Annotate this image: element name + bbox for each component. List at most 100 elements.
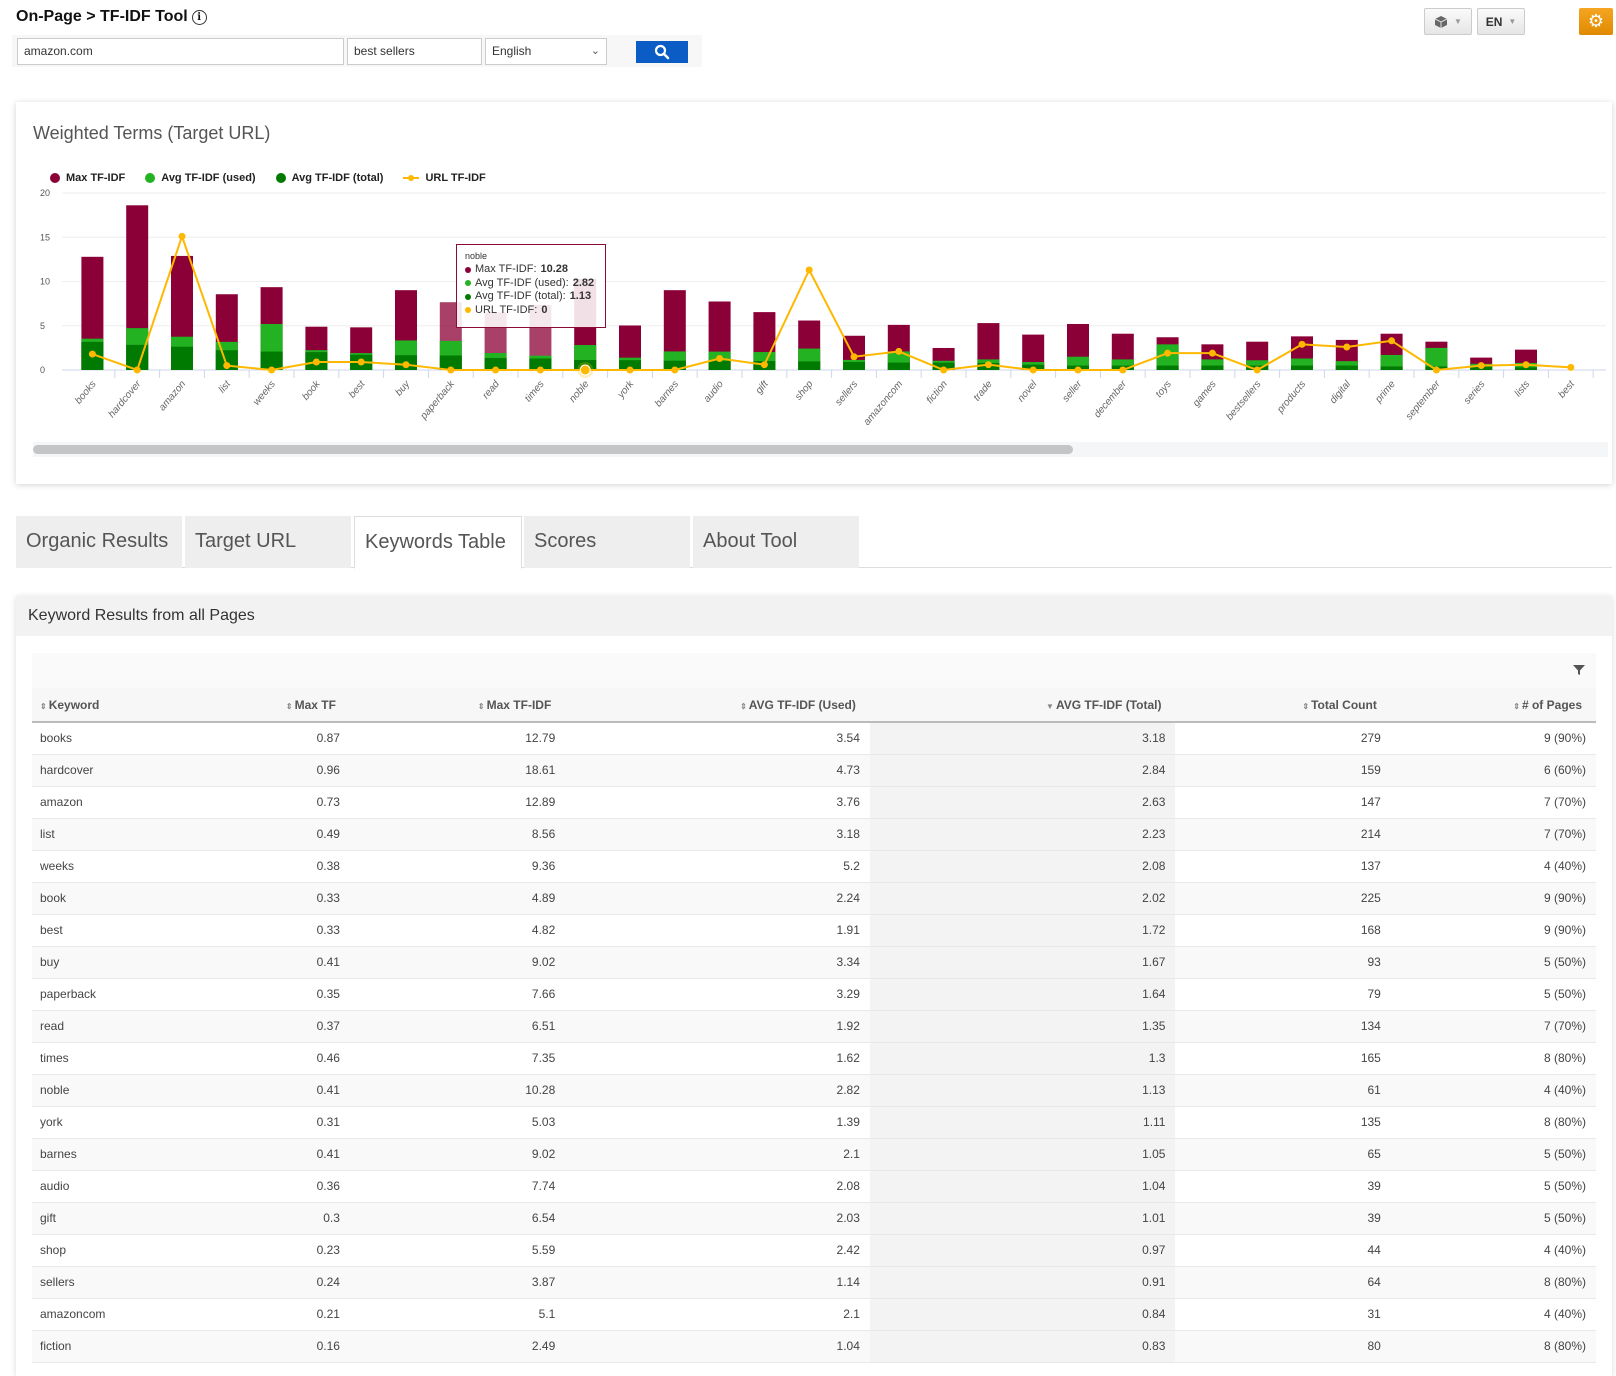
- cell-total-count: 135: [1175, 1106, 1391, 1139]
- cell-avg-used: 1.92: [565, 1010, 870, 1043]
- keyword-input[interactable]: best sellers: [347, 38, 482, 65]
- cell-keyword: times: [32, 1042, 238, 1075]
- table-row[interactable]: fiction 0.16 2.49 1.04 0.83 80 8 (80%): [32, 1330, 1596, 1363]
- cell-avg-used: 2.82: [565, 1074, 870, 1107]
- x-tick-label: fiction: [925, 379, 950, 406]
- tab-keywords-table[interactable]: Keywords Table: [354, 516, 522, 569]
- cell-avg-used: 3.54: [565, 722, 870, 755]
- x-tick-label: amazoncom: [862, 379, 905, 428]
- cell-max-tfidf: 7.35: [349, 1042, 566, 1075]
- tooltip-keyword: noble: [465, 251, 488, 261]
- table-row[interactable]: shop 0.23 5.59 2.42 0.97 44 4 (40%): [32, 1234, 1596, 1267]
- table-row[interactable]: gift 0.3 6.54 2.03 1.01 39 5 (50%): [32, 1202, 1596, 1235]
- tab-bar: Organic Results Target URL Keywords Tabl…: [16, 516, 1612, 569]
- column-header-avg-total[interactable]: ▼ AVG TF-IDF (Total): [869, 688, 1176, 723]
- cell-avg-total: 0.97: [869, 1234, 1176, 1267]
- column-header-keyword[interactable]: ⇕ Keyword: [32, 688, 238, 723]
- cell-avg-used: 1.04: [565, 1330, 870, 1363]
- x-tick-label: lists: [1513, 379, 1533, 399]
- x-tick-label: buy: [394, 378, 413, 398]
- cell-keyword: amazoncom: [32, 1298, 238, 1331]
- chart-scrollbar[interactable]: [33, 442, 1608, 457]
- x-tick-label: bestsellers: [1224, 379, 1263, 423]
- cell-keyword: book: [32, 882, 238, 915]
- table-row[interactable]: read 0.37 6.51 1.92 1.35 134 7 (70%): [32, 1010, 1596, 1043]
- table-row[interactable]: buy 0.41 9.02 3.34 1.67 93 5 (50%): [32, 946, 1596, 979]
- column-label: AVG TF-IDF (Total): [1055, 697, 1162, 712]
- x-tick-label: sellers: [833, 379, 860, 408]
- language-select[interactable]: English ⌄: [485, 38, 607, 65]
- series-dot-icon: [465, 293, 471, 300]
- x-tick-label: hardcover: [106, 378, 143, 420]
- column-header-max-tf[interactable]: ⇕ Max TF: [237, 688, 350, 723]
- column-label: AVG TF-IDF (Used): [748, 697, 856, 712]
- y-tick-label: 20: [40, 188, 50, 198]
- language-menu-button[interactable]: EN ▼: [1477, 8, 1525, 35]
- search-button[interactable]: [636, 41, 688, 63]
- cell-pages: 8 (80%): [1390, 1330, 1596, 1363]
- cell-pages: 5 (50%): [1390, 1170, 1596, 1203]
- url-input[interactable]: amazon.com: [17, 38, 344, 65]
- x-tick-label: times: [523, 379, 547, 404]
- table-row[interactable]: best 0.33 4.82 1.91 1.72 168 9 (90%): [32, 914, 1596, 947]
- cell-avg-used: 2.1: [565, 1138, 870, 1171]
- cell-pages: 8 (80%): [1390, 1106, 1596, 1139]
- tooltip-value: 10.28: [540, 263, 569, 275]
- url-tfidf-point: [716, 354, 724, 362]
- cell-pages: 4 (40%): [1390, 850, 1596, 883]
- tooltip-row: URL TF-IDF: 0: [465, 304, 597, 318]
- table-row[interactable]: paperback 0.35 7.66 3.29 1.64 79 5 (50%): [32, 978, 1596, 1011]
- cell-avg-total: 2.08: [869, 850, 1176, 883]
- cell-avg-used: 1.91: [565, 914, 870, 947]
- table-row[interactable]: sellers 0.24 3.87 1.14 0.91 64 8 (80%): [32, 1266, 1596, 1299]
- cube-menu-button[interactable]: ▼: [1424, 8, 1472, 35]
- table-row[interactable]: amazon 0.73 12.89 3.76 2.63 147 7 (70%): [32, 786, 1596, 819]
- tooltip-label: URL TF-IDF:: [475, 303, 538, 316]
- column-header-avg-used[interactable]: ⇕ AVG TF-IDF (Used): [565, 688, 870, 723]
- settings-button[interactable]: ⚙: [1579, 8, 1613, 35]
- cell-keyword: shop: [32, 1234, 238, 1267]
- url-tfidf-point: [1388, 337, 1396, 345]
- column-header-max-tfidf[interactable]: ⇕ Max TF-IDF: [349, 688, 566, 723]
- table-row[interactable]: times 0.46 7.35 1.62 1.3 165 8 (80%): [32, 1042, 1596, 1075]
- table-row[interactable]: barnes 0.41 9.02 2.1 1.05 65 5 (50%): [32, 1138, 1596, 1171]
- bar-avg-total: [1335, 365, 1358, 370]
- tab-organic-results[interactable]: Organic Results: [16, 516, 182, 568]
- table-row[interactable]: list 0.49 8.56 3.18 2.23 214 7 (70%): [32, 818, 1596, 851]
- chevron-down-icon: ⌄: [590, 45, 600, 57]
- tooltip-row: Avg TF-IDF (used): 2.82: [465, 277, 597, 291]
- table-row[interactable]: audio 0.36 7.74 2.08 1.04 39 5 (50%): [32, 1170, 1596, 1203]
- tab-about-tool[interactable]: About Tool: [693, 516, 859, 568]
- column-label: Keyword: [48, 697, 100, 712]
- series-dot-icon: [465, 307, 471, 314]
- cell-keyword: books: [32, 722, 238, 755]
- cell-total-count: 279: [1175, 722, 1391, 755]
- column-header-total-count[interactable]: ⇕ Total Count: [1175, 688, 1391, 723]
- cell-max-tfidf: 4.82: [349, 914, 566, 947]
- cell-avg-total: 1.01: [869, 1202, 1176, 1235]
- filter-icon[interactable]: [1572, 663, 1586, 677]
- tab-scores[interactable]: Scores: [524, 516, 690, 568]
- chart-scrollbar-thumb[interactable]: [33, 445, 1073, 454]
- table-row[interactable]: books 0.87 12.79 3.54 3.18 279 9 (90%): [32, 722, 1596, 755]
- x-tick-label: books: [73, 379, 99, 407]
- cell-avg-used: 5.2: [565, 850, 870, 883]
- caret-down-icon: ▼: [1508, 17, 1517, 26]
- info-icon[interactable]: i: [191, 9, 207, 25]
- x-tick-label: paperback: [418, 378, 458, 422]
- table-row[interactable]: book 0.33 4.89 2.24 2.02 225 9 (90%): [32, 882, 1596, 915]
- url-tfidf-point: [1164, 349, 1172, 357]
- table-row[interactable]: york 0.31 5.03 1.39 1.11 135 8 (80%): [32, 1106, 1596, 1139]
- bar-avg-total: [1201, 365, 1224, 370]
- cell-total-count: 147: [1175, 786, 1391, 819]
- chart-tooltip: noble Max TF-IDF: 10.28 Avg TF-IDF (used…: [456, 244, 606, 328]
- cell-max-tf: 0.35: [237, 978, 350, 1011]
- table-row[interactable]: hardcover 0.96 18.61 4.73 2.84 159 6 (60%): [32, 754, 1596, 787]
- gear-icon: ⚙: [1587, 11, 1605, 31]
- tab-target-url[interactable]: Target URL: [185, 516, 351, 568]
- cell-total-count: 225: [1175, 882, 1391, 915]
- table-row[interactable]: noble 0.41 10.28 2.82 1.13 61 4 (40%): [32, 1074, 1596, 1107]
- table-row[interactable]: weeks 0.38 9.36 5.2 2.08 137 4 (40%): [32, 850, 1596, 883]
- column-header-pages[interactable]: ⇕ # of Pages: [1390, 688, 1596, 723]
- table-row[interactable]: amazoncom 0.21 5.1 2.1 0.84 31 4 (40%): [32, 1298, 1596, 1331]
